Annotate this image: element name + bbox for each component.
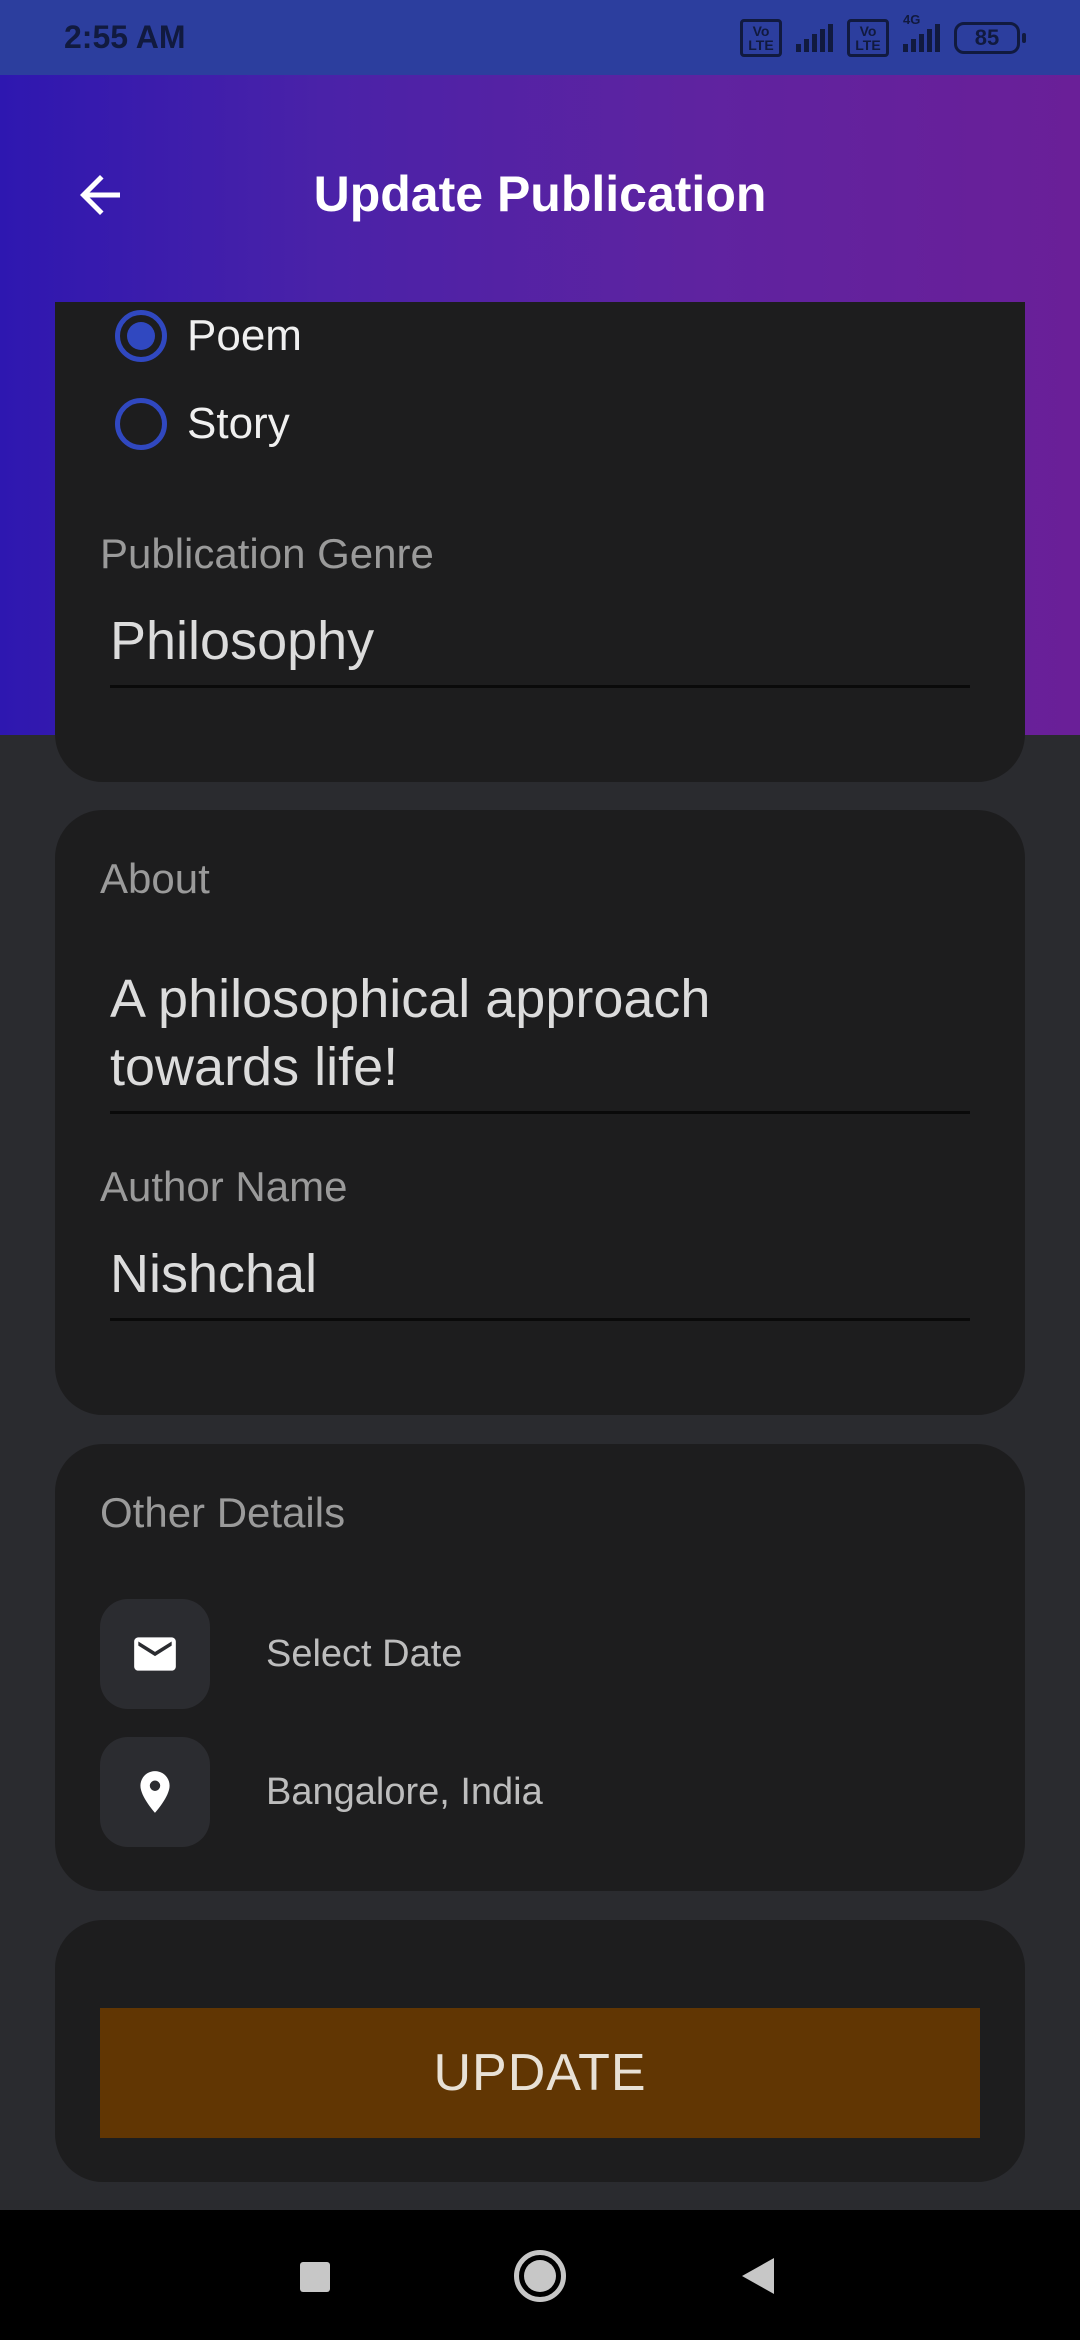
battery-icon: 85 <box>954 21 1026 54</box>
volte-icon-2: Vo LTE <box>847 18 889 57</box>
about-card: About A philosophical approach towards l… <box>55 810 1025 1415</box>
other-details-label: Other Details <box>100 1489 346 1536</box>
battery-level: 85 <box>974 24 1000 50</box>
status-icons: Vo LTE Vo LTE 4G 85 <box>740 12 1026 57</box>
radio-label-poem: Poem <box>187 311 302 360</box>
volte-icon: Vo LTE <box>740 18 782 57</box>
radio-option-story[interactable]: Story <box>115 398 290 450</box>
page-title: Update Publication <box>313 166 767 222</box>
radio-selected-icon <box>115 310 167 362</box>
about-label: About <box>100 855 210 902</box>
status-bar: 2:55 AM Vo LTE Vo LTE 4G 85 <box>0 0 1080 75</box>
author-input[interactable]: Nishchal <box>110 1240 970 1321</box>
update-button[interactable]: UPDATE <box>100 2008 980 2138</box>
radio-option-poem[interactable]: Poem <box>115 310 302 362</box>
author-label: Author Name <box>100 1163 348 1210</box>
genre-label: Publication Genre <box>100 530 434 577</box>
envelope-icon <box>100 1599 210 1709</box>
select-date-row[interactable]: Select Date <box>100 1599 462 1709</box>
other-details-card: Other Details Select Date Bangalore, Ind… <box>55 1444 1025 1891</box>
location-pin-icon <box>100 1737 210 1847</box>
genre-input[interactable]: Philosophy <box>110 607 970 688</box>
status-time: 2:55 AM <box>64 19 186 55</box>
radio-label-story: Story <box>187 399 290 448</box>
about-input[interactable]: A philosophical approach towards life! <box>110 965 970 1114</box>
back-triangle-icon[interactable] <box>742 2258 774 2294</box>
signal-icon <box>796 23 833 52</box>
home-circle-icon[interactable] <box>514 2250 566 2302</box>
radio-unselected-icon <box>115 398 167 450</box>
recents-square-icon[interactable] <box>300 2262 330 2292</box>
network-type: 4G <box>903 11 921 27</box>
location-text: Bangalore, India <box>266 1770 543 1813</box>
select-date-text: Select Date <box>266 1632 463 1675</box>
system-navigation-bar <box>0 2210 1080 2340</box>
update-card: UPDATE <box>55 1920 1025 2182</box>
signal-icon-2: 4G <box>903 12 940 52</box>
location-row[interactable]: Bangalore, India <box>100 1737 543 1847</box>
publication-type-card: Poem Story Publication Genre Philosophy <box>55 302 1025 782</box>
